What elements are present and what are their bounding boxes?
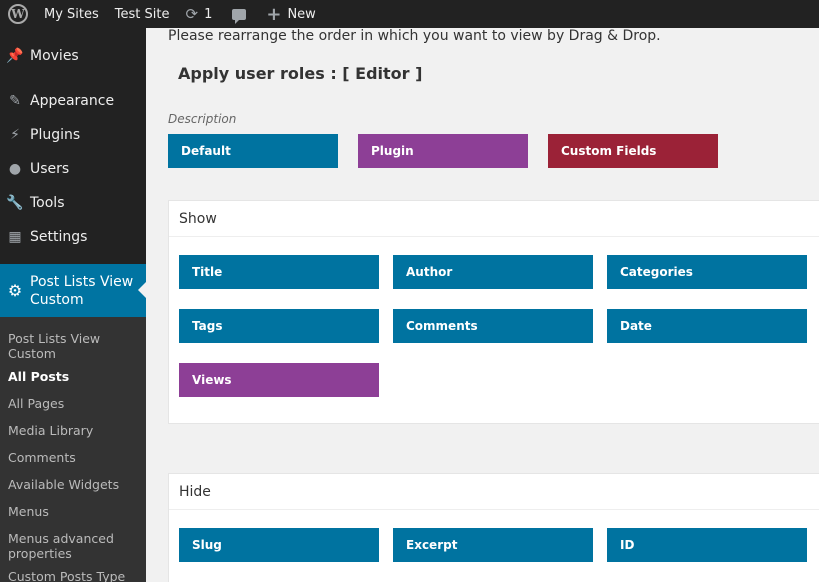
submenu-item-all-posts[interactable]: All Posts <box>0 365 146 392</box>
gear-icon: ⚙ <box>7 280 23 300</box>
submenu-item-available-widgets[interactable]: Available Widgets <box>0 473 146 500</box>
submenu-item-menus-advanced-properties[interactable]: Menus advanced properties <box>0 527 146 565</box>
sidebar-item-settings[interactable]: ▦ Settings <box>0 220 87 254</box>
sidebar-item-post-lists-view-custom[interactable]: ⚙ Post Lists View Custom <box>0 264 146 317</box>
user-icon: ● <box>8 161 22 177</box>
current-menu-label-line1: Post Lists View <box>30 273 134 290</box>
wordpress-logo-button[interactable]: W <box>0 0 36 28</box>
admin-bar: W My Sites Test Site ⟳ 1 + New <box>0 0 819 28</box>
sidebar-item-plugins[interactable]: ⚡ Plugins <box>0 118 80 152</box>
show-panel-title: Show <box>169 201 819 237</box>
hide-item-excerpt[interactable]: Excerpt <box>393 528 593 562</box>
submenu-item-menus[interactable]: Menus <box>0 500 146 527</box>
show-item-title[interactable]: Title <box>179 255 379 289</box>
submenu-item-media-library[interactable]: Media Library <box>0 419 146 446</box>
intro-text: Please rearrange the order in which you … <box>168 28 661 44</box>
description-label: Description <box>168 112 237 126</box>
sidebar-item-appearance[interactable]: ✎ Appearance <box>0 84 114 118</box>
submenu-item-all-pages[interactable]: All Pages <box>0 392 146 419</box>
show-item-date[interactable]: Date <box>607 309 807 343</box>
comments-link[interactable] <box>220 0 258 28</box>
sidebar-item-movies[interactable]: 📌 Movies <box>0 39 78 73</box>
submenu-item-custom-posts-type[interactable]: Custom Posts Type <box>0 565 146 582</box>
submenu: Post Lists View Custom All Posts All Pag… <box>0 317 146 582</box>
legend-default: Default <box>168 134 338 168</box>
hide-panel-title: Hide <box>169 474 819 510</box>
brush-icon: ✎ <box>9 93 21 109</box>
comment-bubble-icon <box>232 8 247 24</box>
legend-plugin: Plugin <box>358 134 528 168</box>
show-item-comments[interactable]: Comments <box>393 309 593 343</box>
admin-sidebar: 📌 Movies ✎ Appearance ⚡ Plugins ● Users … <box>0 28 146 582</box>
pin-icon: 📌 <box>6 48 24 64</box>
main-content: Please rearrange the order in which you … <box>146 28 819 582</box>
roles-title: Apply user roles : [ Editor ] <box>178 64 423 83</box>
wordpress-logo-icon: W <box>8 4 28 24</box>
submenu-item-comments[interactable]: Comments <box>0 446 146 473</box>
sidebar-item-users[interactable]: ● Users <box>0 152 69 186</box>
show-item-tags[interactable]: Tags <box>179 309 379 343</box>
show-item-author[interactable]: Author <box>393 255 593 289</box>
new-content-link[interactable]: + New <box>258 0 323 28</box>
wrench-icon: 🔧 <box>6 195 24 211</box>
settings-icon: ▦ <box>8 229 22 245</box>
current-menu-label-line2: Custom <box>30 291 84 308</box>
submenu-item-post-lists-view-custom[interactable]: Post Lists View Custom <box>0 327 146 365</box>
hide-item-id[interactable]: ID <box>607 528 807 562</box>
my-sites-link[interactable]: My Sites <box>36 0 107 28</box>
refresh-icon: ⟳ <box>185 5 199 23</box>
show-item-views[interactable]: Views <box>179 363 379 397</box>
show-item-categories[interactable]: Categories <box>607 255 807 289</box>
plus-icon: + <box>266 3 282 25</box>
legend-custom-fields: Custom Fields <box>548 134 718 168</box>
plugin-icon: ⚡ <box>10 127 20 143</box>
hide-item-slug[interactable]: Slug <box>179 528 379 562</box>
show-panel: Show Title Author Categories Tags Commen… <box>168 200 819 424</box>
updates-link[interactable]: ⟳ 1 <box>177 0 220 28</box>
sidebar-item-tools[interactable]: 🔧 Tools <box>0 186 64 220</box>
site-name-link[interactable]: Test Site <box>107 0 178 28</box>
hide-panel: Hide Slug Excerpt ID <box>168 473 819 582</box>
